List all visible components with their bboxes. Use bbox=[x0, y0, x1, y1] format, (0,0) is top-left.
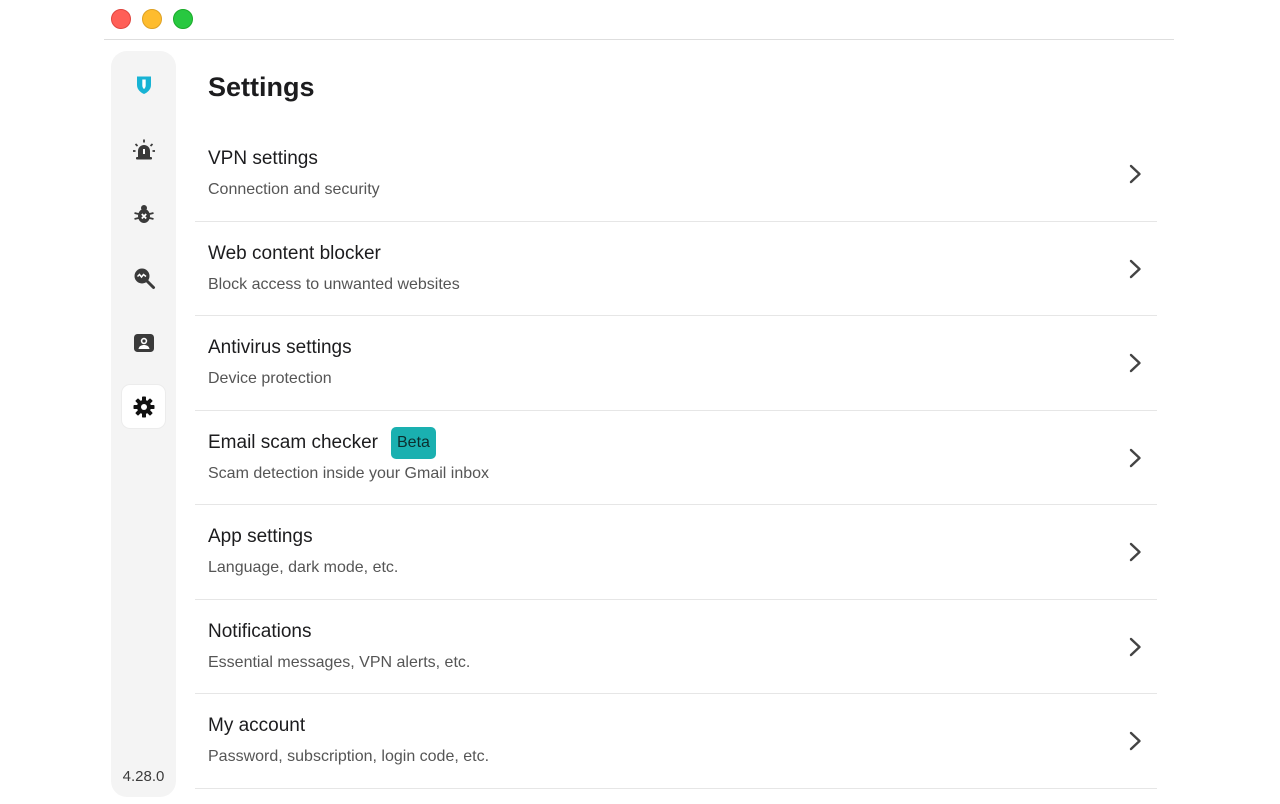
sidebar: 4.28.0 bbox=[111, 51, 176, 797]
chevron-right-icon bbox=[1129, 542, 1141, 562]
chevron-right-icon bbox=[1129, 637, 1141, 656]
settings-row-vpn[interactable]: VPN settings Connection and security bbox=[195, 127, 1157, 222]
sidebar-item-antivirus[interactable] bbox=[122, 192, 165, 235]
row-title: My account bbox=[208, 715, 306, 736]
sidebar-item-protection[interactable] bbox=[122, 63, 165, 106]
beta-badge: Beta bbox=[391, 426, 436, 459]
app-version: 4.28.0 bbox=[122, 768, 165, 785]
row-subtitle: Connection and security bbox=[208, 181, 380, 198]
settings-row-app-settings[interactable]: App settings Language, dark mode, etc. bbox=[195, 505, 1157, 600]
chevron-right-icon bbox=[1129, 448, 1141, 467]
bug-icon bbox=[133, 204, 154, 223]
row-subtitle: Essential messages, VPN alerts, etc. bbox=[208, 653, 471, 671]
sidebar-item-alerts[interactable] bbox=[122, 128, 165, 171]
row-subtitle: Block access to unwanted websites bbox=[208, 275, 460, 293]
row-title: Email scam checker bbox=[208, 431, 378, 453]
settings-row-notifications[interactable]: Notifications Essential messages, VPN al… bbox=[195, 600, 1157, 694]
row-subtitle: Scam detection inside your Gmail inbox bbox=[208, 464, 490, 482]
row-subtitle: Password, subscription, login code, etc. bbox=[208, 748, 490, 765]
sidebar-item-scan[interactable] bbox=[122, 256, 165, 299]
row-title: Notifications bbox=[208, 620, 312, 642]
maximize-window-button[interactable] bbox=[173, 9, 193, 29]
chevron-right-icon bbox=[1129, 353, 1141, 373]
gear-icon bbox=[133, 396, 154, 417]
row-title: App settings bbox=[208, 526, 313, 547]
settings-row-my-account[interactable]: My account Password, subscription, login… bbox=[195, 694, 1157, 789]
settings-row-antivirus[interactable]: Antivirus settings Device protection bbox=[195, 316, 1157, 411]
sidebar-item-account[interactable] bbox=[122, 321, 165, 364]
settings-list: VPN settings Connection and security Web… bbox=[195, 127, 1157, 789]
row-subtitle: Language, dark mode, etc. bbox=[208, 559, 399, 576]
row-subtitle: Device protection bbox=[208, 370, 332, 387]
chevron-right-icon bbox=[1129, 164, 1141, 184]
row-title: Antivirus settings bbox=[208, 337, 352, 358]
alarm-icon bbox=[132, 139, 155, 159]
close-window-button[interactable] bbox=[111, 9, 131, 29]
sidebar-item-settings[interactable] bbox=[122, 385, 165, 428]
settings-row-web-content-blocker[interactable]: Web content blocker Block access to unwa… bbox=[195, 222, 1157, 316]
row-title: VPN settings bbox=[208, 148, 318, 169]
window-titlebar bbox=[104, 0, 1174, 40]
search-scan-icon bbox=[134, 268, 155, 289]
page-title: Settings bbox=[208, 72, 315, 102]
shield-icon bbox=[136, 76, 151, 94]
account-icon bbox=[133, 333, 154, 352]
minimize-window-button[interactable] bbox=[142, 9, 162, 29]
chevron-right-icon bbox=[1129, 731, 1141, 751]
row-title: Web content blocker bbox=[208, 242, 381, 264]
settings-row-email-scam-checker[interactable]: Email scam checker Beta Scam detection i… bbox=[195, 411, 1157, 505]
chevron-right-icon bbox=[1129, 259, 1141, 278]
